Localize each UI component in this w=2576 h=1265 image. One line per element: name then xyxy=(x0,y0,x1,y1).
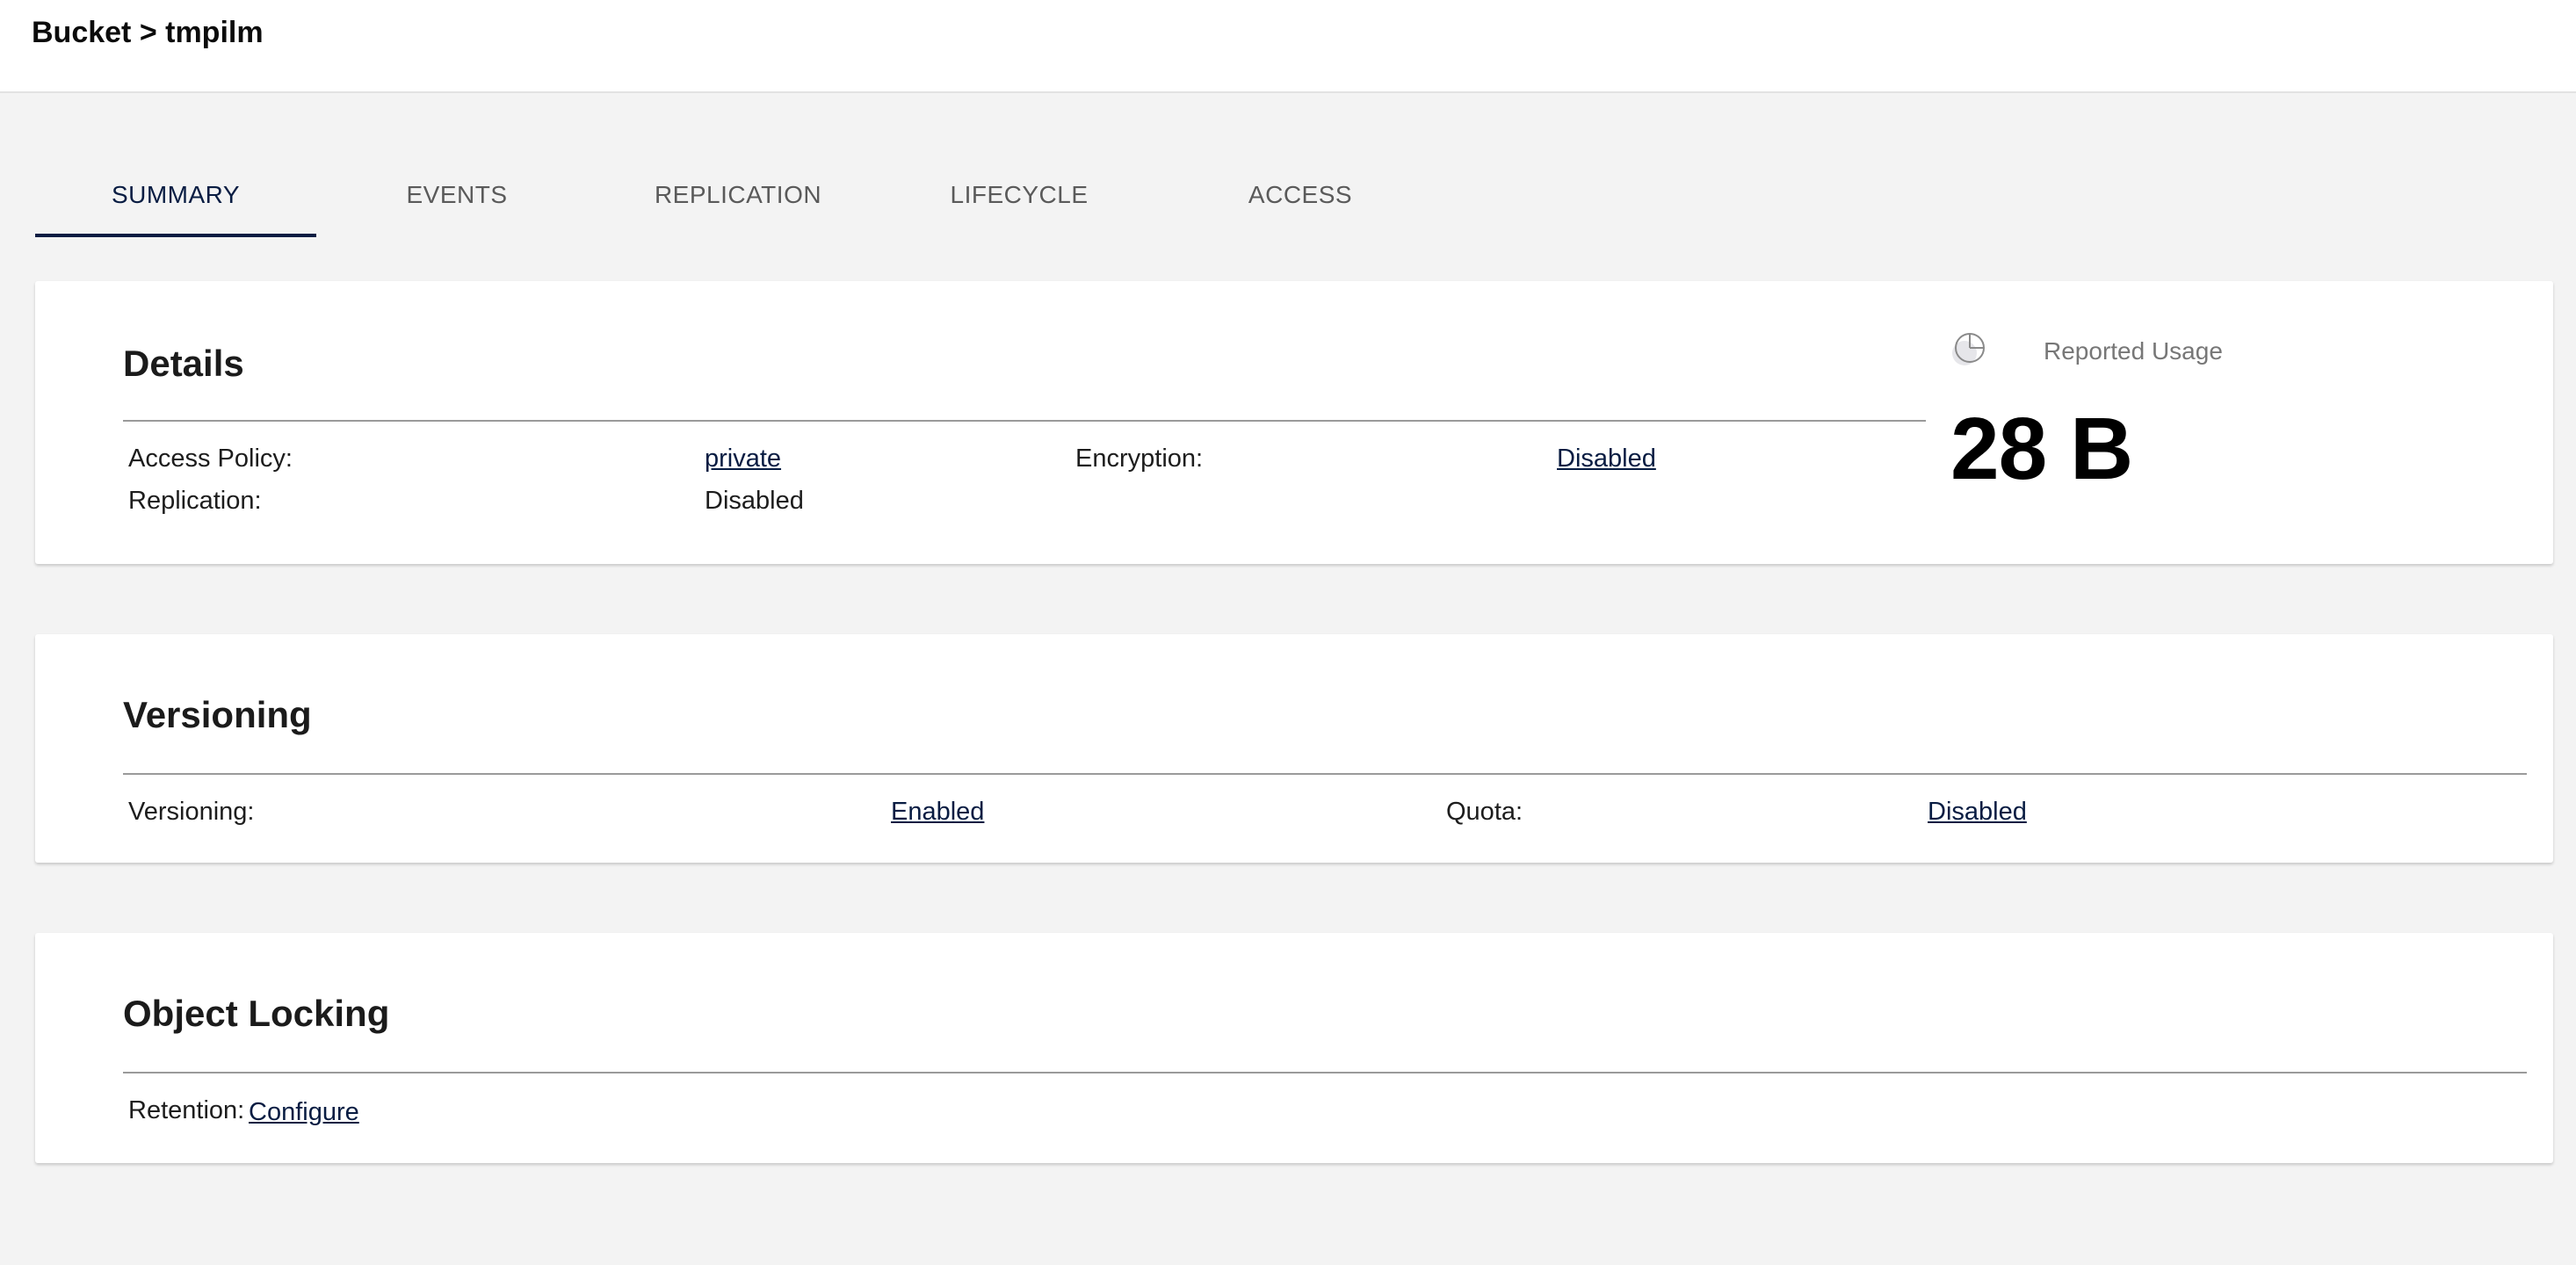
access-policy-label: Access Policy: xyxy=(128,445,293,473)
versioning-label: Versioning: xyxy=(128,798,255,826)
encryption-label: Encryption: xyxy=(1075,445,1204,473)
encryption-link[interactable]: Disabled xyxy=(1557,445,1656,473)
tab-events[interactable]: EVENTS xyxy=(316,167,597,237)
versioning-card: Versioning Versioning: Enabled Quota: Di… xyxy=(35,634,2553,863)
replication-label: Replication: xyxy=(128,487,262,515)
object-locking-title: Object Locking xyxy=(123,993,390,1034)
top-bar: Bucket > tmpilm xyxy=(0,0,2576,93)
object-locking-divider xyxy=(123,1072,2527,1073)
quota-link[interactable]: Disabled xyxy=(1928,798,2027,827)
tab-summary[interactable]: SUMMARY xyxy=(35,167,316,237)
replication-value: Disabled xyxy=(705,487,804,515)
details-divider xyxy=(123,420,1926,422)
retention-configure-link[interactable]: Configure xyxy=(249,1098,359,1127)
tab-lifecycle[interactable]: LIFECYCLE xyxy=(879,167,1160,237)
reported-usage-value: 28 B xyxy=(1950,400,2133,498)
versioning-title: Versioning xyxy=(123,694,312,735)
details-title: Details xyxy=(123,343,244,384)
retention-label: Retention: xyxy=(128,1096,245,1124)
pie-chart-icon xyxy=(1949,330,1987,369)
breadcrumb: Bucket > tmpilm xyxy=(32,16,264,49)
access-policy-link[interactable]: private xyxy=(705,445,781,473)
quota-label: Quota: xyxy=(1446,798,1523,826)
versioning-link[interactable]: Enabled xyxy=(891,798,984,827)
versioning-divider xyxy=(123,773,2527,775)
tab-access[interactable]: ACCESS xyxy=(1160,167,1441,237)
tab-replication[interactable]: REPLICATION xyxy=(597,167,879,237)
tab-bar: SUMMARY EVENTS REPLICATION LIFECYCLE ACC… xyxy=(35,167,1441,237)
object-locking-card: Object Locking Retention: Configure xyxy=(35,933,2553,1163)
reported-usage-label: Reported Usage xyxy=(2044,337,2223,365)
details-card: Details Access Policy: private Encryptio… xyxy=(35,281,2553,564)
